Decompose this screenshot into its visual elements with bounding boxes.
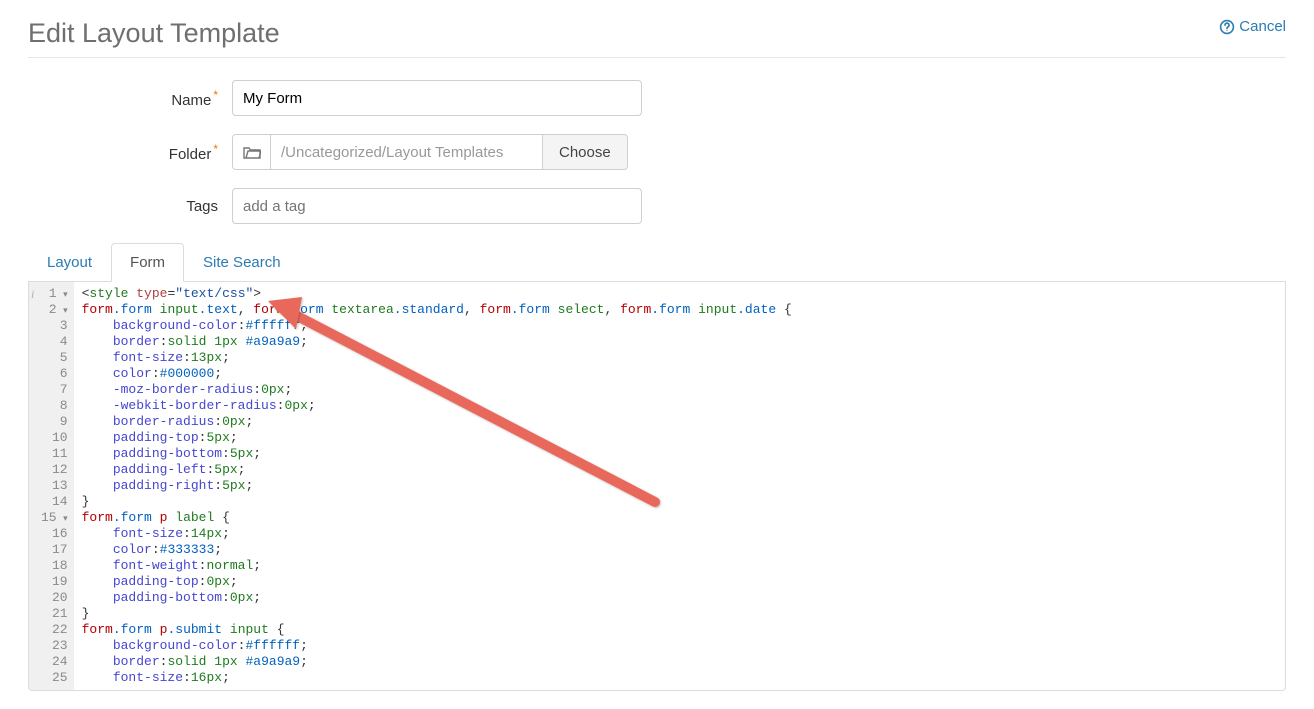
folder-label: Folder* (120, 142, 232, 163)
editor-code[interactable]: <style type="text/css">form.form input.t… (74, 282, 800, 690)
code-line[interactable]: } (82, 494, 792, 510)
info-icon: i (31, 286, 34, 302)
tags-label: Tags (120, 198, 232, 215)
tabs: Layout Form Site Search (28, 242, 1286, 282)
tab-layout[interactable]: Layout (28, 243, 111, 282)
code-line[interactable]: form.form input.text, form.form textarea… (82, 302, 792, 318)
code-line[interactable]: } (82, 606, 792, 622)
code-line[interactable]: font-size:14px; (82, 526, 792, 542)
editor-gutter: i 1▾2▾3456789101112131415▾16171819202122… (29, 282, 74, 690)
code-line[interactable]: padding-left:5px; (82, 462, 792, 478)
folder-icon (232, 134, 270, 170)
cancel-button[interactable]: Cancel (1219, 18, 1286, 35)
code-editor[interactable]: i 1▾2▾3456789101112131415▾16171819202122… (28, 282, 1286, 691)
code-line[interactable]: form.form p.submit input { (82, 622, 792, 638)
code-line[interactable]: border:solid 1px #a9a9a9; (82, 334, 792, 350)
folder-path: /Uncategorized/Layout Templates (270, 134, 542, 170)
code-line[interactable]: color:#333333; (82, 542, 792, 558)
cancel-label: Cancel (1239, 18, 1286, 35)
tags-input[interactable] (232, 188, 642, 224)
code-line[interactable]: padding-bottom:5px; (82, 446, 792, 462)
code-line[interactable]: form.form p label { (82, 510, 792, 526)
code-line[interactable]: padding-top:0px; (82, 574, 792, 590)
name-input[interactable] (232, 80, 642, 116)
name-label: Name* (120, 88, 232, 109)
page-title: Edit Layout Template (28, 18, 280, 49)
code-line[interactable]: background-color:#ffffff; (82, 318, 792, 334)
code-line[interactable]: font-weight:normal; (82, 558, 792, 574)
code-line[interactable]: padding-top:5px; (82, 430, 792, 446)
code-line[interactable]: padding-right:5px; (82, 478, 792, 494)
code-line[interactable]: border-radius:0px; (82, 414, 792, 430)
tab-form[interactable]: Form (111, 243, 184, 282)
choose-button[interactable]: Choose (542, 134, 628, 170)
code-line[interactable]: font-size:16px; (82, 670, 792, 686)
code-line[interactable]: background-color:#ffffff; (82, 638, 792, 654)
help-icon (1219, 19, 1235, 35)
code-line[interactable]: <style type="text/css"> (82, 286, 792, 302)
code-line[interactable]: color:#000000; (82, 366, 792, 382)
code-line[interactable]: font-size:13px; (82, 350, 792, 366)
code-line[interactable]: border:solid 1px #a9a9a9; (82, 654, 792, 670)
tab-site-search[interactable]: Site Search (184, 243, 300, 282)
code-line[interactable]: -moz-border-radius:0px; (82, 382, 792, 398)
code-line[interactable]: padding-bottom:0px; (82, 590, 792, 606)
code-line[interactable]: -webkit-border-radius:0px; (82, 398, 792, 414)
